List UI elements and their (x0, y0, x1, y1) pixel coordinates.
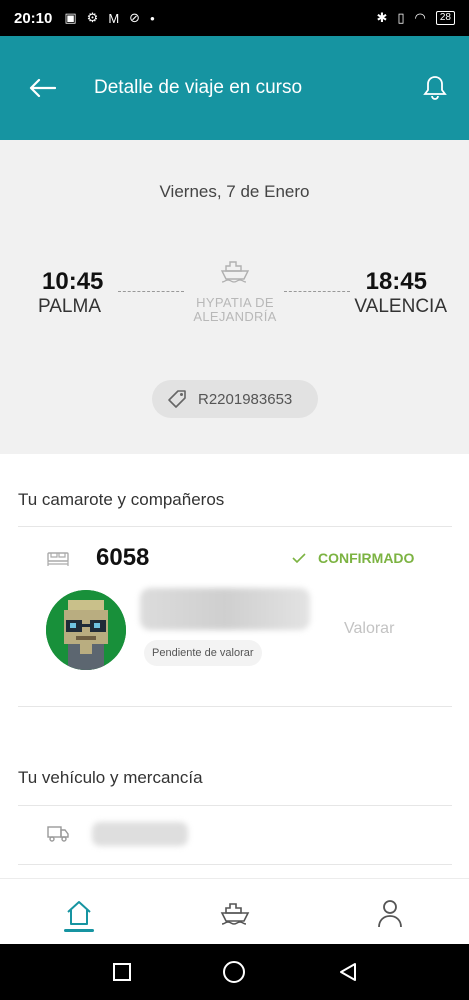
wifi-icon: ◠ (414, 10, 426, 25)
divider (18, 526, 452, 527)
bottom-nav (0, 878, 469, 944)
ship-icon (220, 903, 250, 925)
nav-home[interactable] (59, 893, 99, 933)
cabin-number: 6058 (96, 544, 150, 571)
departure-port: PALMA (38, 296, 102, 317)
avatar-image (46, 590, 126, 670)
pending-rating-badge: Pendiente de valorar (144, 640, 262, 666)
departure-time: 10:45 (42, 268, 104, 295)
trip-panel: Viernes, 7 de Enero 10:45 PALMA HYPATIA … (0, 140, 469, 454)
check-icon (292, 553, 306, 564)
dot-icon: • (150, 10, 155, 26)
nav-trips[interactable] (215, 893, 255, 933)
status-bar: 20:10 ▣ ⚙ M ⊘ • ✱ ▯ ◠ 28 (0, 0, 469, 36)
system-nav-bar (0, 944, 469, 1000)
tag-icon (168, 390, 186, 408)
status-time: 20:10 (14, 9, 53, 27)
arrival-time: 18:45 (365, 268, 427, 295)
cabin-row: 6058 CONFIRMADO (0, 540, 469, 580)
nav-profile[interactable] (370, 893, 410, 933)
notifications-button[interactable] (415, 68, 455, 108)
user-icon (378, 900, 402, 928)
divider (18, 706, 452, 707)
system-icons: ✱ ▯ ◠ 28 (376, 10, 455, 26)
booking-code: R2201983653 (198, 390, 293, 408)
app-bar: Detalle de viaje en curso (0, 36, 469, 140)
home-icon (67, 901, 91, 925)
circle-icon (223, 961, 245, 983)
vehicle-info-blurred (92, 822, 188, 846)
rate-button[interactable]: Valorar (344, 620, 394, 638)
cabin-section-title: Tu camarote y compañeros (18, 490, 225, 509)
divider (18, 805, 452, 806)
vehicle-section-title: Tu vehículo y mercancía (18, 768, 203, 787)
status-badge: CONFIRMADO (292, 550, 414, 566)
page-title: Detalle de viaje en curso (94, 77, 303, 98)
status-label: CONFIRMADO (318, 550, 415, 566)
bed-icon (47, 552, 69, 566)
back-arrow-icon (29, 78, 56, 98)
ship-name: HYPATIA DE ALEJANDRÍA (193, 295, 277, 324)
back-system-button[interactable] (336, 960, 360, 984)
notification-icons: ▣ ⚙ M ⊘ • (64, 10, 154, 26)
route-dash-left (118, 291, 184, 292)
arrival-port: VALENCIA (354, 296, 447, 317)
truck-icon (47, 826, 69, 842)
avatar[interactable] (46, 590, 126, 670)
sync-icon: ⊘ (129, 10, 141, 25)
recents-button[interactable] (110, 960, 134, 984)
nav-active-indicator (64, 929, 94, 932)
bluetooth-icon: ✱ (376, 10, 388, 25)
bell-icon (423, 76, 447, 100)
ship-icon (220, 261, 250, 283)
gear-icon: ⚙ (86, 10, 99, 25)
back-button[interactable] (22, 68, 62, 108)
companion-name-blurred (140, 588, 310, 630)
booking-code-chip[interactable]: R2201983653 (152, 380, 318, 418)
battery-icon: 28 (435, 11, 455, 25)
route-dash-right (284, 291, 350, 292)
trip-date: Viernes, 7 de Enero (159, 182, 310, 201)
gallery-icon: ▣ (64, 10, 77, 25)
square-icon (113, 963, 131, 981)
triangle-back-icon (340, 963, 356, 981)
vibrate-icon: ▯ (397, 10, 405, 25)
home-system-button[interactable] (222, 960, 246, 984)
divider (18, 864, 452, 865)
gmail-icon: M (108, 10, 120, 26)
